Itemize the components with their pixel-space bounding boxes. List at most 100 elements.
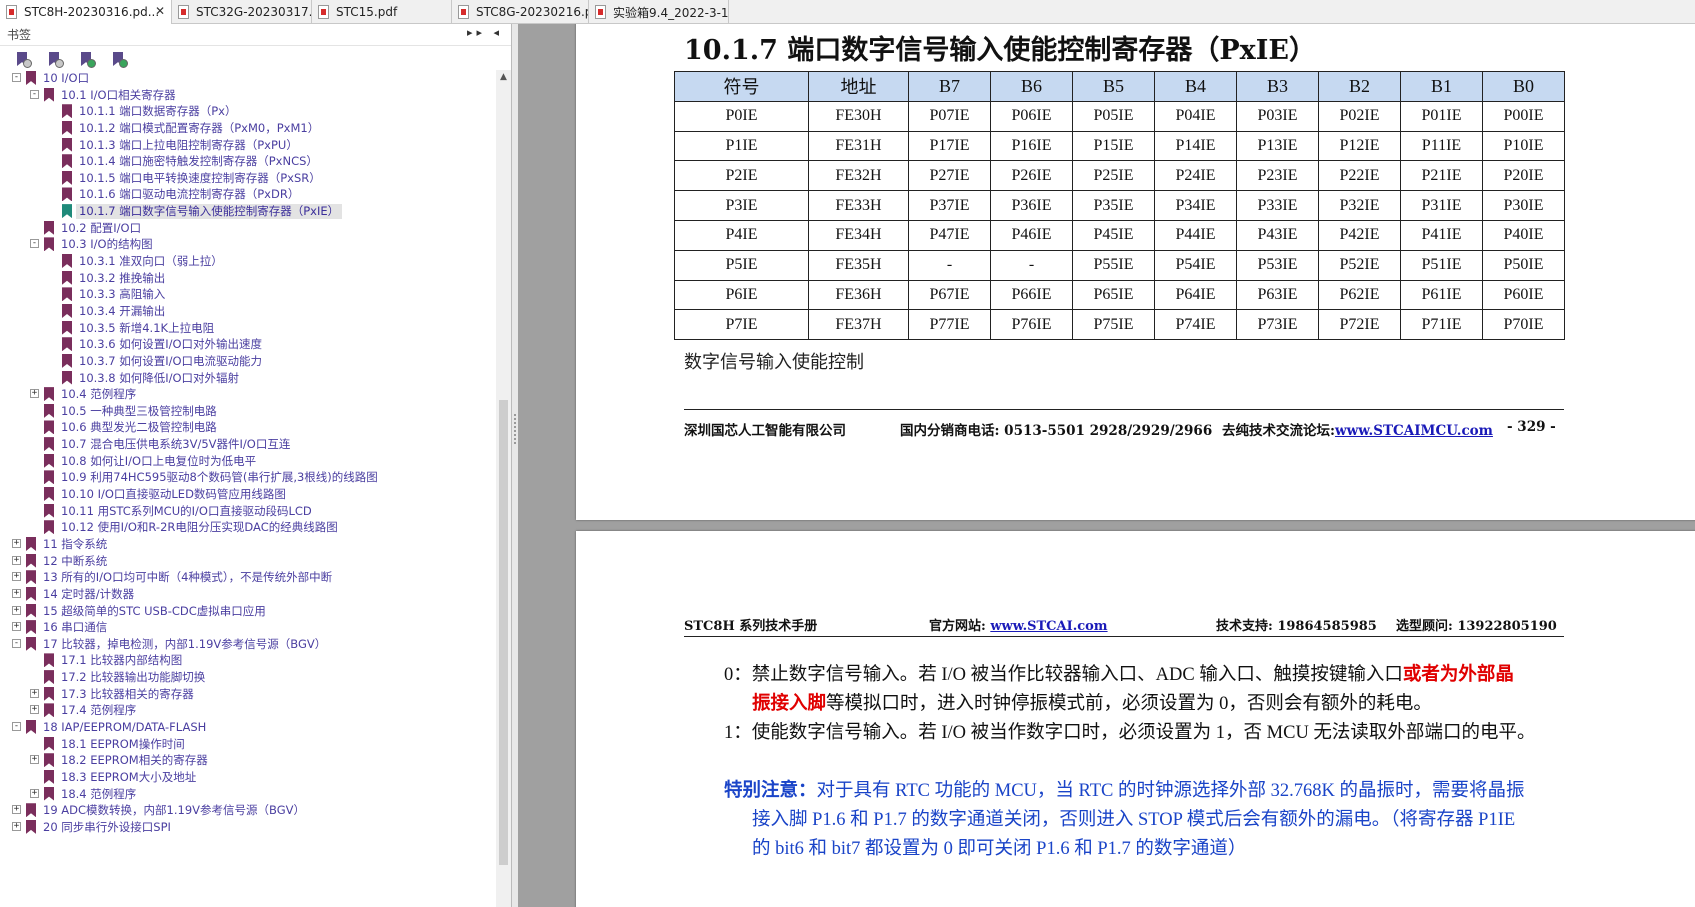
panel-controls-icon[interactable]: ▸▸ ◂ — [467, 26, 503, 39]
bookmark-item[interactable]: 10.6 典型发光二极管控制电路 — [0, 419, 496, 436]
expand-icon[interactable]: + — [30, 755, 39, 765]
bit-desc-0: 0：禁止数字信号输入。若 I/O 被当作比较器输入口、ADC 输入口、触摸按键输… — [724, 665, 1514, 685]
collapse-icon[interactable]: - — [30, 89, 39, 99]
forum-link[interactable]: www.STCAIMCU.com — [1335, 423, 1493, 439]
bookmark-item[interactable]: 18.3 EEPROM大小及地址 — [0, 769, 496, 786]
bookmark-item[interactable]: 10.10 I/O口直接驱动LED数码管应用线路图 — [0, 486, 496, 503]
collapse-icon[interactable]: - — [12, 73, 21, 82]
table-cell: P77IE — [908, 309, 991, 341]
expand-icon[interactable]: + — [12, 572, 21, 582]
bookmark-item[interactable]: - 10 I/O口 — [0, 70, 496, 87]
document-viewer[interactable]: 10.1.7 端口数字信号输入使能控制寄存器（PxIE） 符号 地址 B7 B6 B5 B… — [518, 24, 1695, 907]
bookmark-item[interactable]: 10.1.3 端口上拉电阻控制寄存器（PxPU） — [0, 137, 496, 154]
close-icon[interactable]: ✕ — [155, 4, 165, 18]
bookmark-item[interactable]: 17.2 比较器输出功能脚切换 — [0, 669, 496, 686]
bookmark-item[interactable]: 10.3.7 如何设置I/O口电流驱动能力 — [0, 353, 496, 370]
bookmark-item[interactable]: 10.1.6 端口驱动电流控制寄存器（PxDR） — [0, 186, 496, 203]
bookmark-item[interactable]: 10.1.7 端口数字信号输入使能控制寄存器（PxIE） — [0, 203, 496, 220]
bookmark-item[interactable]: 10.3.1 准双向口（弱上拉） — [0, 253, 496, 270]
tab-stc15[interactable]: STC15.pdf — [312, 0, 452, 24]
expand-icon[interactable]: + — [12, 805, 21, 815]
bookmark-icon — [44, 420, 54, 435]
bookmark-icon — [44, 237, 54, 252]
bookmarks-header: 书签 ▸▸ ◂ — [0, 24, 511, 46]
tab-stc8g[interactable]: STC8G-20230216.p... — [452, 0, 589, 24]
bookmarks-scrollbar[interactable]: ▲ — [496, 70, 511, 907]
bookmark-item[interactable]: 18.1 EEPROM操作时间 — [0, 736, 496, 753]
bookmark-item[interactable]: 10.2 配置I/O口 — [0, 220, 496, 237]
collapse-icon[interactable]: - — [12, 721, 21, 731]
bookmark-item[interactable]: 10.3.3 高阻输入 — [0, 286, 496, 303]
expand-icon[interactable]: + — [12, 622, 21, 632]
scroll-thumb[interactable] — [499, 400, 508, 865]
bookmark-item[interactable]: 10.1.4 端口施密特触发控制寄存器（PxNCS） — [0, 153, 496, 170]
table-cell: P55IE — [1072, 249, 1155, 281]
bookmark-item[interactable]: 10.3.6 如何设置I/O口对外输出速度 — [0, 336, 496, 353]
expand-icon[interactable]: + — [12, 555, 21, 565]
bookmark-item[interactable]: - 10.1 I/O口相关寄存器 — [0, 87, 496, 104]
tab-stc8h[interactable]: STC8H-20230316.pd... ✕ — [0, 0, 172, 24]
bit-desc-0-cont: 振接入脚等模拟口时，进入时钟停振模式前，必须设置为 0，否则会有额外的耗电。 — [752, 694, 1432, 714]
bookmark-item[interactable]: - 10.3 I/O的结构图 — [0, 236, 496, 253]
bookmark-item[interactable]: +18.4 范例程序 — [0, 786, 496, 803]
bookmark-item[interactable]: - 18 IAP/EEPROM/DATA-FLASH — [0, 719, 496, 736]
bookmark-item[interactable]: 10.3.4 开漏输出 — [0, 303, 496, 320]
table-cell: P37IE — [908, 190, 991, 221]
bookmark-item[interactable]: +18.2 EEPROM相关的寄存器 — [0, 752, 496, 769]
table-cell: P71IE — [1400, 309, 1483, 341]
bookmark-item[interactable]: +17.4 范例程序 — [0, 702, 496, 719]
add-bookmark-icon[interactable] — [76, 49, 96, 69]
site-link[interactable]: www.STCAI.com — [990, 619, 1107, 634]
bookmark-item[interactable]: 10.3.8 如何降低I/O口对外辐射 — [0, 370, 496, 387]
tab-stc32g[interactable]: STC32G-20230317.... — [172, 0, 312, 24]
expand-icon[interactable]: + — [12, 538, 21, 548]
bookmark-item[interactable]: +13 所有的I/O口均可中断（4种模式），不是传统外部中断 — [0, 569, 496, 586]
collapse-bookmark-icon[interactable] — [44, 49, 64, 69]
bookmark-item[interactable]: 10.3.2 推挽输出 — [0, 270, 496, 287]
bookmark-item[interactable]: +11 指令系统 — [0, 536, 496, 553]
bookmark-item[interactable]: 10.5 一种典型三极管控制电路 — [0, 403, 496, 420]
tab-experiment-box[interactable]: 实验箱9.4_2022-3-1... — [589, 0, 729, 24]
bookmark-item[interactable]: +17.3 比较器相关的寄存器 — [0, 686, 496, 703]
table-cell: P27IE — [908, 160, 991, 192]
expand-icon[interactable]: + — [30, 705, 39, 715]
bookmark-item[interactable]: 10.1.2 端口模式配置寄存器（PxM0，PxM1） — [0, 120, 496, 137]
expand-icon[interactable]: + — [12, 821, 21, 831]
expand-icon[interactable]: + — [30, 788, 39, 798]
bookmark-item[interactable]: 10.1.5 端口电平转换速度控制寄存器（PxSR） — [0, 170, 496, 187]
bookmark-item[interactable]: +19 ADC模数转换，内部1.19V参考信号源（BGV） — [0, 802, 496, 819]
expand-icon[interactable]: + — [12, 605, 21, 615]
bookmark-item[interactable]: - 17 比较器，掉电检测，内部1.19V参考信号源（BGV） — [0, 636, 496, 653]
expand-icon[interactable]: + — [12, 588, 21, 598]
bookmark-item[interactable]: +10.4 范例程序 — [0, 386, 496, 403]
bookmark-item[interactable]: +16 串口通信 — [0, 619, 496, 636]
bookmark-item[interactable]: 10.8 如何让I/O口上电复位时为低电平 — [0, 453, 496, 470]
bookmark-icon — [44, 686, 54, 701]
search-bookmark-icon[interactable] — [108, 49, 128, 69]
bookmark-item[interactable]: +14 定时器/计数器 — [0, 586, 496, 603]
bookmark-item[interactable]: 10.1.1 端口数据寄存器（Px） — [0, 103, 496, 120]
bookmark-item[interactable]: 17.1 比较器内部结构图 — [0, 652, 496, 669]
footer-phone: 国内分销商电话: 0513-5501 2928/2929/2966 — [900, 423, 1213, 439]
table-cell: P22IE — [1318, 160, 1401, 192]
bookmark-item[interactable]: +20 同步串行外设接口SPI — [0, 819, 496, 836]
collapse-icon[interactable]: - — [12, 638, 21, 648]
bookmark-icon — [26, 603, 36, 618]
bookmark-item[interactable]: 10.9 利用74HC595驱动8个数码管(串行扩展,3根线)的线路图 — [0, 469, 496, 486]
bookmark-label: 11 指令系统 — [43, 536, 108, 551]
bookmark-item[interactable]: 10.3.5 新增4.1K上拉电阻 — [0, 320, 496, 337]
bookmark-item[interactable]: +15 超级简单的STC USB-CDC虚拟串口应用 — [0, 603, 496, 620]
bookmark-item[interactable]: 10.7 混合电压供电系统3V/5V器件I/O口互连 — [0, 436, 496, 453]
expand-icon[interactable]: + — [30, 688, 39, 698]
table-cell: P2IE — [674, 160, 809, 192]
table-cell: P60IE — [1482, 279, 1565, 311]
table-header-cell: B2 — [1318, 71, 1401, 102]
bookmark-item[interactable]: 10.11 用STC系列MCU的I/O口直接驱动段码LCD — [0, 503, 496, 520]
expand-bookmark-icon[interactable] — [12, 49, 32, 69]
table-header-cell: 地址 — [808, 71, 909, 102]
scroll-up-icon[interactable]: ▲ — [500, 72, 507, 82]
bookmark-item[interactable]: +12 中断系统 — [0, 553, 496, 570]
bookmark-item[interactable]: 10.12 使用I/O和R-2R电阻分压实现DAC的经典线路图 — [0, 519, 496, 536]
expand-icon[interactable]: + — [30, 389, 39, 399]
collapse-icon[interactable]: - — [30, 239, 39, 249]
